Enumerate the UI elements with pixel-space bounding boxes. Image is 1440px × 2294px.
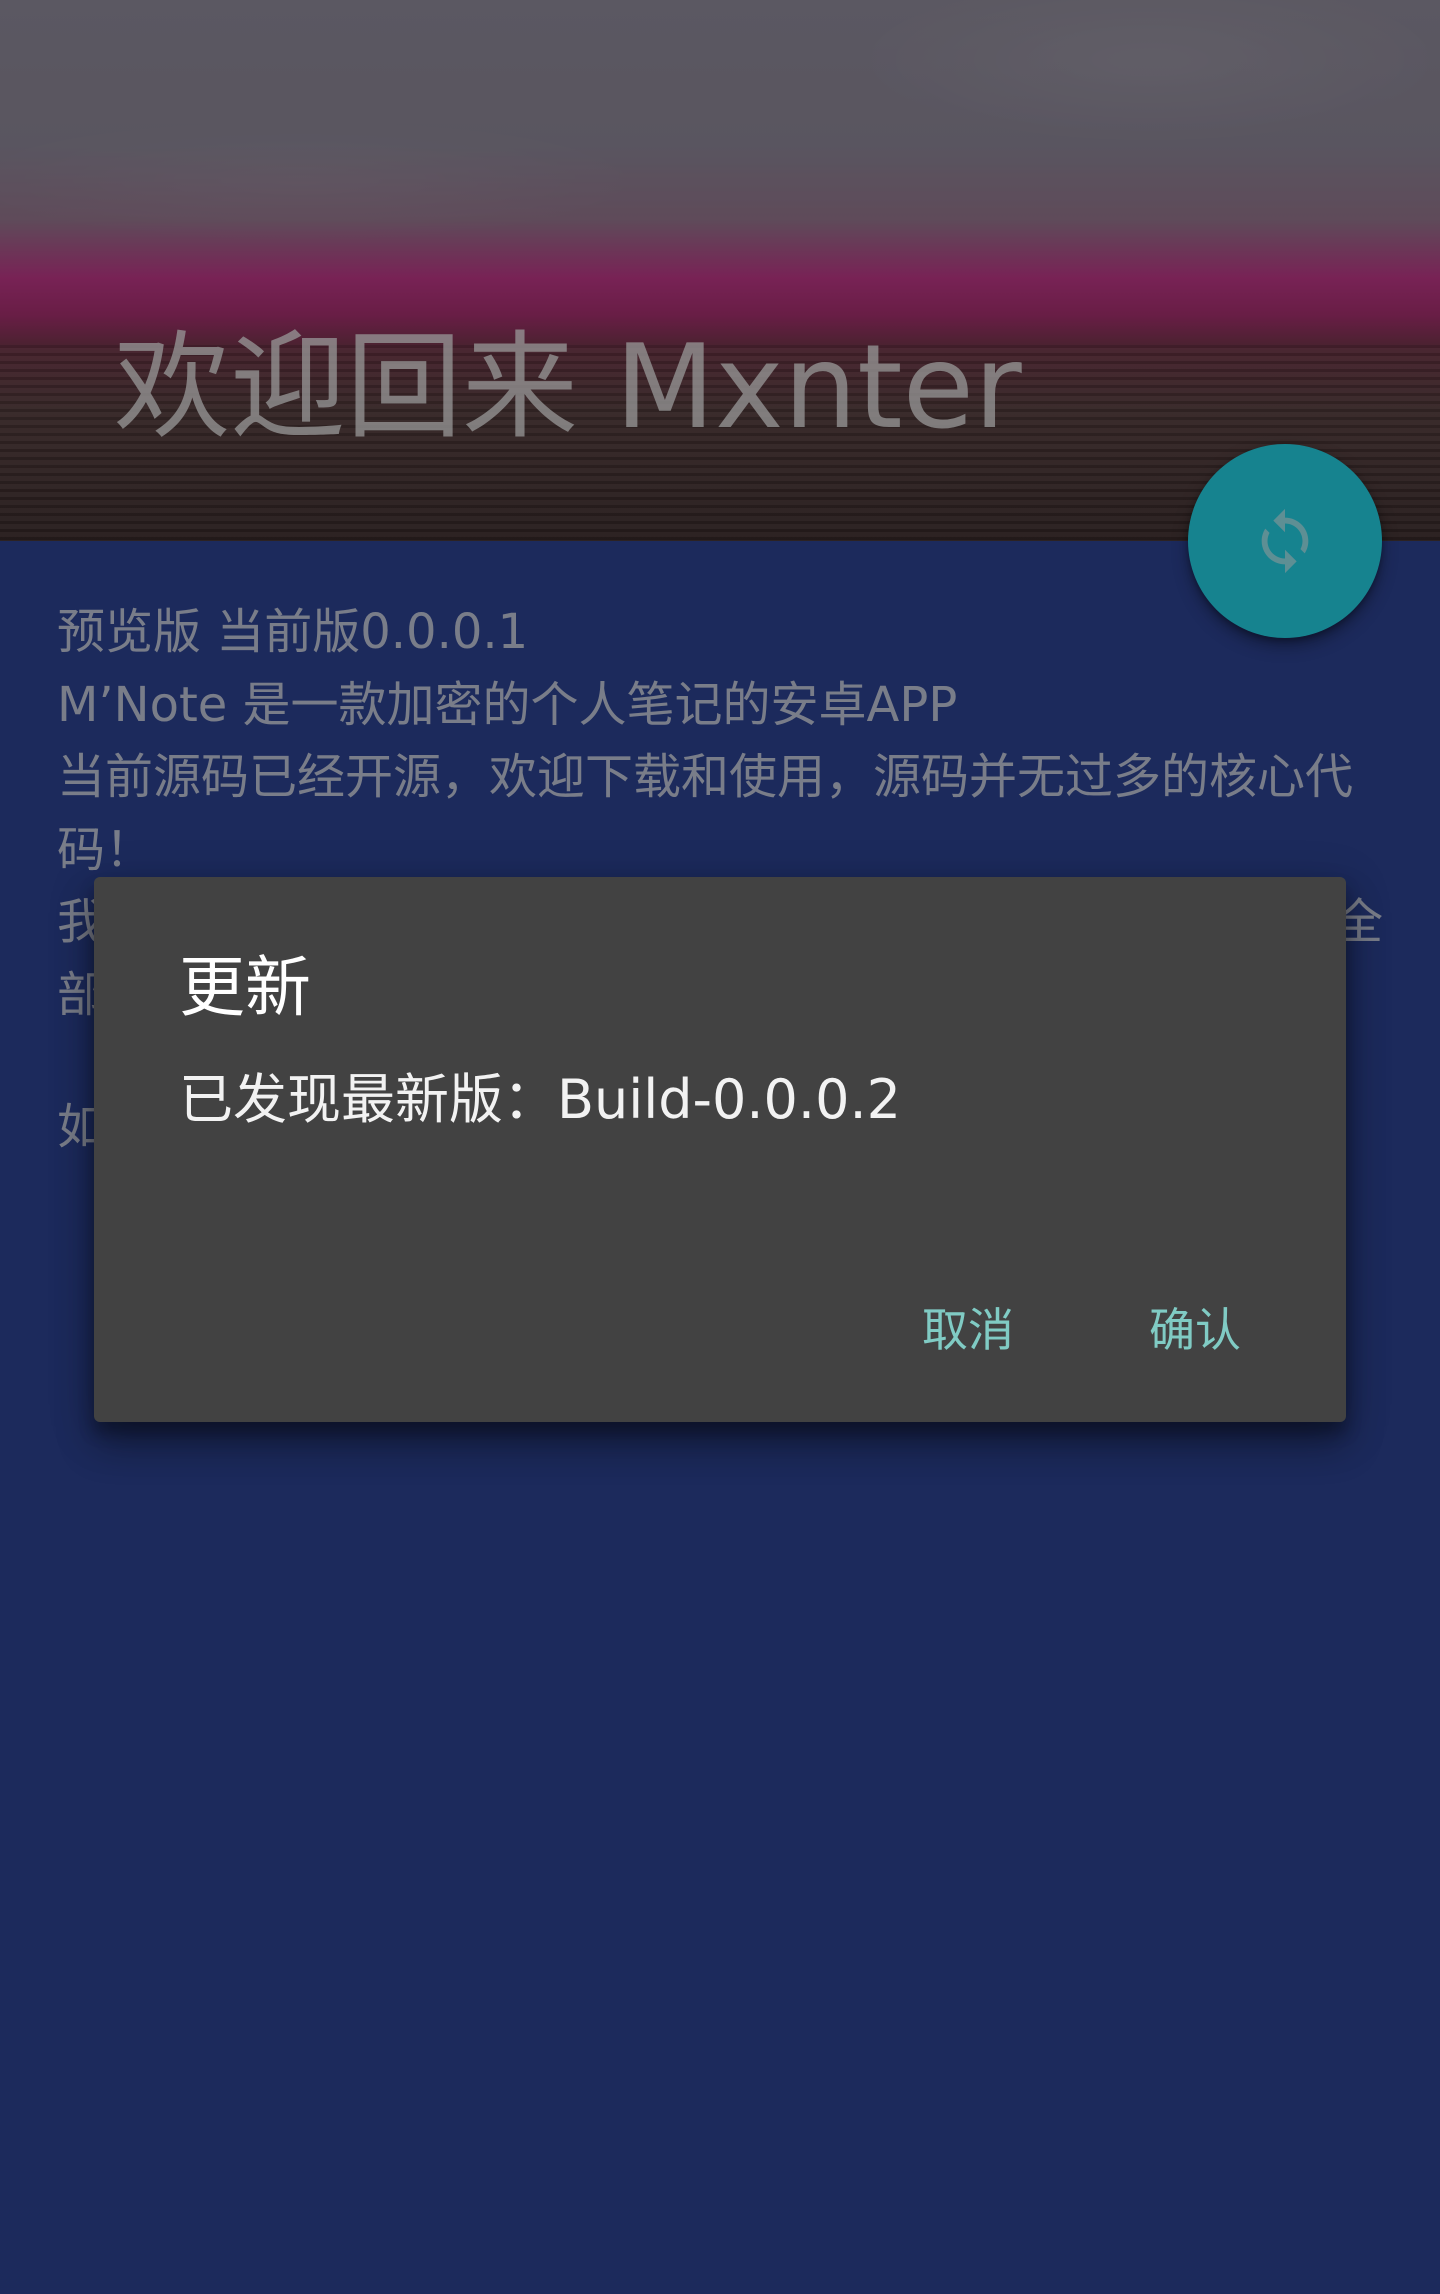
dialog-title: 更新: [179, 949, 311, 1026]
update-dialog: 更新 已发现最新版：Build-0.0.0.2 取消 确认: [94, 877, 1346, 1422]
dialog-message: 已发现最新版：Build-0.0.0.2: [179, 1068, 901, 1131]
cancel-button[interactable]: 取消: [886, 1279, 1050, 1375]
dialog-actions: 取消 确认: [886, 1279, 1277, 1375]
app-screen: 欢迎回来 Mxnter 预览版 当前版0.0.0.1 M’Note 是一款加密的…: [0, 0, 1440, 2294]
confirm-button[interactable]: 确认: [1113, 1279, 1277, 1375]
